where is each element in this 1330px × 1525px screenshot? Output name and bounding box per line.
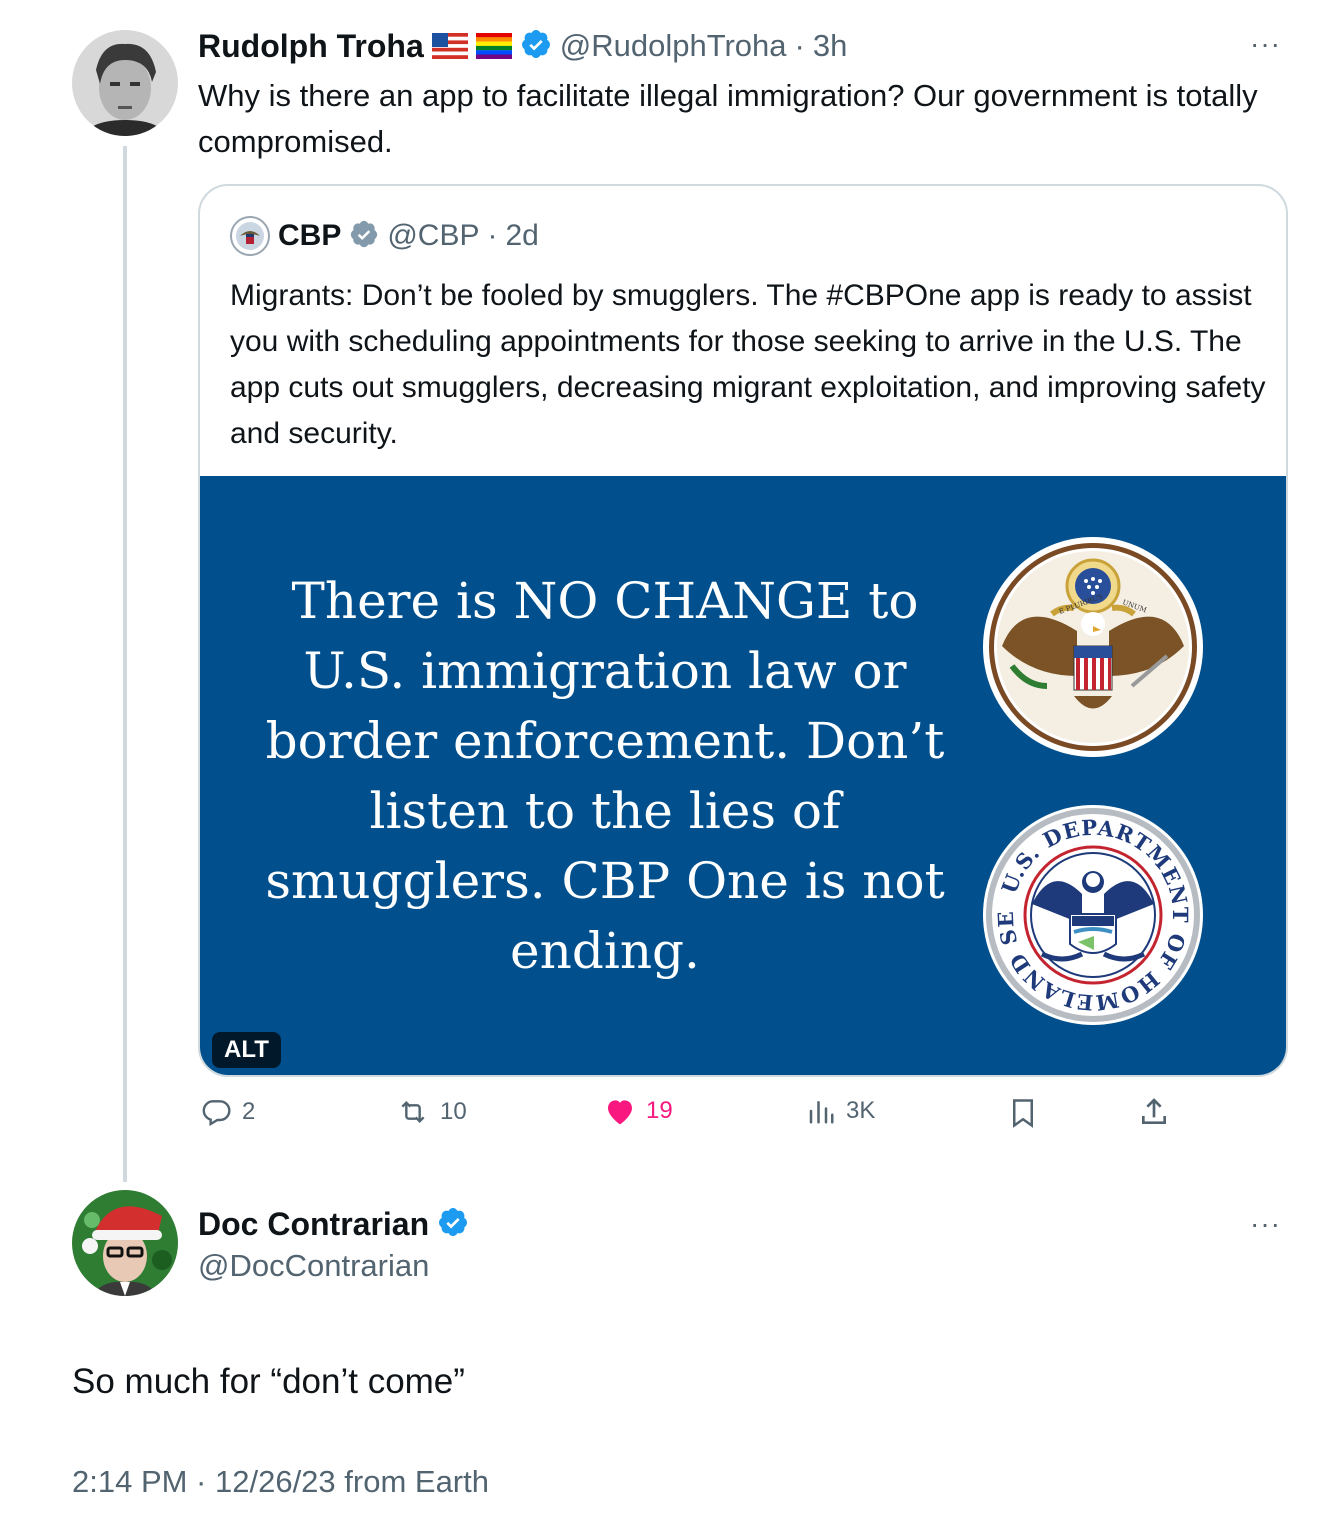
dhs-seal-icon: U.S. DEPARTMENT OF HOMELAND SECURITY xyxy=(972,784,1204,1026)
reply-count: 2 xyxy=(242,1098,256,1125)
dot-separator: · xyxy=(794,28,805,63)
quote-text: Migrants: Don’t be fooled by smugglers. … xyxy=(230,279,1266,450)
reply-timestamp[interactable]: 2:14 PM · 12/26/23 from Earth xyxy=(72,1464,489,1500)
view-count: 3K xyxy=(846,1097,876,1124)
more-options-icon[interactable]: ··· xyxy=(1250,28,1281,60)
verified-badge-icon xyxy=(520,28,552,65)
alt-text-badge[interactable]: ALT xyxy=(212,1032,281,1068)
share-icon xyxy=(1138,1096,1170,1128)
author-name[interactable]: Rudolph Troha xyxy=(198,28,424,65)
like-count: 19 xyxy=(646,1097,673,1124)
share-button[interactable] xyxy=(1138,1096,1170,1128)
reply-button[interactable]: 2 xyxy=(200,1096,255,1128)
heart-filled-icon xyxy=(604,1096,636,1126)
reply-author-name[interactable]: Doc Contrarian xyxy=(198,1206,429,1243)
author-handle[interactable]: @RudolphTroha xyxy=(560,28,787,64)
bookmark-button[interactable] xyxy=(1008,1096,1038,1130)
quote-dot-separator: · xyxy=(487,219,498,252)
us-flag-icon xyxy=(431,33,468,59)
reply-verified-badge-icon xyxy=(437,1206,469,1243)
reply-author-handle[interactable]: @DocContrarian xyxy=(198,1248,429,1284)
repost-button[interactable]: 10 xyxy=(396,1096,467,1128)
cbp-avatar-icon xyxy=(230,216,270,256)
reply-more-options-icon[interactable]: ··· xyxy=(1250,1208,1281,1240)
like-button[interactable]: 19 xyxy=(604,1096,673,1126)
gray-verified-badge-icon xyxy=(349,219,379,254)
reply-icon xyxy=(200,1096,232,1128)
rainbow-flag-icon xyxy=(475,33,512,59)
bookmark-icon xyxy=(1008,1096,1038,1130)
analytics-bars-icon xyxy=(806,1096,836,1126)
quote-author-name: CBP xyxy=(278,219,342,252)
tweet-time[interactable]: 3h xyxy=(813,28,847,64)
quote-time: 2d xyxy=(505,219,539,252)
avatar-rudolph[interactable] xyxy=(72,30,178,136)
repost-count: 10 xyxy=(440,1098,467,1125)
reply-text: So much for “don’t come” xyxy=(72,1362,465,1401)
great-seal-icon: E PLURIBUS UNUM xyxy=(982,536,1204,758)
repost-icon xyxy=(396,1096,430,1128)
image-caption-text: There is NO CHANGE to U.S. immigration l… xyxy=(265,572,945,980)
avatar-doc-contrarian[interactable] xyxy=(72,1190,178,1296)
views-button[interactable]: 3K xyxy=(806,1096,875,1126)
thread-connector-line xyxy=(123,146,127,1182)
quote-image[interactable]: There is NO CHANGE to U.S. immigration l… xyxy=(200,476,1286,1075)
tweet-text: Why is there an app to facilitate illega… xyxy=(198,78,1258,159)
quoted-tweet-card[interactable]: CBP @CBP · 2d Migrants: Don’t be fooled … xyxy=(198,184,1288,1077)
quote-author-handle: @CBP xyxy=(387,219,480,252)
